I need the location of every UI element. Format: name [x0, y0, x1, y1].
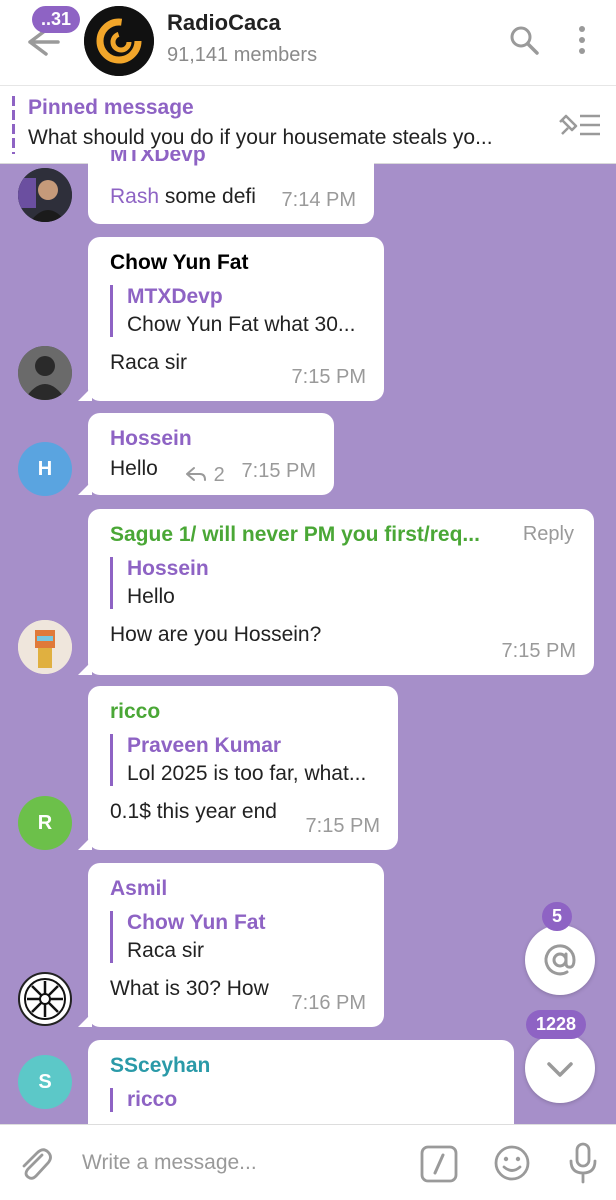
message-bubble[interactable]: Chow Yun Fat MTXDevp Chow Yun Fat what 3…	[78, 237, 384, 401]
scroll-to-bottom-button[interactable]	[525, 1033, 595, 1103]
quote-sender: ricco	[127, 1088, 178, 1111]
message-time: 7:16 PM	[291, 992, 366, 1014]
quote-sender: MTXDevp	[127, 285, 223, 308]
attach-button[interactable]	[14, 1143, 54, 1183]
message-sender: Asmil	[110, 877, 168, 900]
message-bubble[interactable]: Hossein Hello 2 7:15 PM	[78, 413, 334, 495]
message-input[interactable]: Write a message...	[82, 1151, 257, 1175]
message-sender: MTXDevp	[110, 150, 206, 166]
avatar[interactable]	[18, 346, 72, 400]
reply-count: 2	[213, 464, 225, 486]
chat-header: ..31 RadioCaca 91,141 members	[0, 0, 616, 86]
search-button[interactable]	[508, 24, 540, 56]
message-bubble[interactable]: MTXDevp Rash some defi 7:14 PM	[88, 150, 374, 224]
message-sender: Hossein	[110, 427, 192, 450]
chevron-down-icon	[547, 1062, 573, 1077]
microphone-icon	[569, 1142, 597, 1184]
message-time: 7:14 PM	[281, 189, 356, 211]
message-sender: Chow Yun Fat	[110, 251, 249, 274]
reply-quote[interactable]: Praveen Kumar Lol 2025 is too far, what.…	[110, 734, 378, 786]
emoji-button[interactable]	[492, 1143, 532, 1183]
avatar[interactable]: S	[18, 1055, 72, 1109]
quote-text: Hello	[127, 585, 175, 608]
message-bubble[interactable]: ricco Praveen Kumar Lol 2025 is too far,…	[78, 686, 398, 850]
search-icon	[510, 26, 539, 55]
pin-list-icon	[559, 114, 600, 136]
more-vertical-icon	[579, 26, 585, 54]
paperclip-icon	[22, 1148, 52, 1180]
quote-text: Raca sir	[127, 939, 205, 962]
mentions-count-badge: 5	[542, 902, 573, 931]
pinned-text: What should you do if your housemate ste…	[28, 126, 493, 149]
member-count: 91,141 members	[167, 44, 318, 66]
at-sign-icon	[544, 944, 576, 976]
user-photo-icon	[18, 346, 72, 400]
avatar[interactable]	[18, 972, 72, 1026]
unread-chats-badge: ..31	[32, 6, 81, 33]
message-sender: Sague 1/ will never PM you first/req...	[110, 523, 480, 546]
message-text-rest: some defi	[164, 185, 256, 208]
chat-title: RadioCaca	[167, 10, 281, 35]
message-bubble[interactable]: Asmil Chow Yun Fat Raca sir What is 30? …	[78, 863, 384, 1027]
reply-quote[interactable]: Chow Yun Fat Raca sir	[110, 911, 364, 963]
unread-messages-badge: 1228	[526, 1010, 587, 1039]
replies-count[interactable]: 2	[184, 464, 225, 487]
message-time: 7:15 PM	[241, 460, 316, 482]
avatar[interactable]	[18, 620, 72, 674]
reply-arrow-icon	[186, 467, 206, 481]
avatar[interactable]: R	[18, 796, 72, 850]
message-bubble[interactable]: Sague 1/ will never PM you first/req... …	[78, 509, 594, 675]
avatar[interactable]: H	[18, 442, 72, 496]
quote-sender: Hossein	[127, 557, 209, 580]
bot-commands-button[interactable]	[420, 1145, 458, 1183]
slash-command-icon	[420, 1145, 458, 1183]
pinned-title: Pinned message	[28, 96, 194, 119]
message-sender: SSceyhan	[110, 1054, 211, 1077]
unpin-button[interactable]	[556, 110, 604, 140]
avatar[interactable]	[18, 168, 72, 222]
user-photo-icon	[18, 620, 72, 674]
quote-text: Lol 2025 is too far, what...	[127, 762, 367, 785]
more-options-button[interactable]	[570, 24, 594, 56]
message-text: Rash some defi	[110, 185, 256, 209]
message-sender: ricco	[110, 700, 161, 723]
mention-link[interactable]: Rash	[110, 185, 159, 208]
voice-message-button[interactable]	[566, 1141, 600, 1185]
quote-sender: Praveen Kumar	[127, 734, 282, 757]
quote-sender: Chow Yun Fat	[127, 911, 266, 934]
reply-quote[interactable]: ricco	[110, 1088, 494, 1112]
vegvisir-symbol-icon	[24, 978, 66, 1020]
group-avatar[interactable]	[84, 6, 154, 76]
quote-text: Chow Yun Fat what 30...	[127, 313, 356, 336]
message-input-bar: Write a message...	[0, 1124, 616, 1200]
smile-icon	[494, 1145, 530, 1181]
mentions-button[interactable]	[525, 925, 595, 995]
message-time: 7:15 PM	[305, 815, 380, 837]
reply-quote[interactable]: MTXDevp Chow Yun Fat what 30...	[110, 285, 364, 337]
message-time: 7:15 PM	[291, 366, 366, 388]
reply-quote[interactable]: Hossein Hello	[110, 557, 574, 609]
pinned-indicator	[12, 96, 15, 154]
reply-button[interactable]: Reply	[523, 523, 574, 546]
message-time: 7:15 PM	[501, 640, 576, 662]
radiocaca-logo-icon	[84, 6, 154, 76]
user-photo-icon	[18, 168, 72, 222]
